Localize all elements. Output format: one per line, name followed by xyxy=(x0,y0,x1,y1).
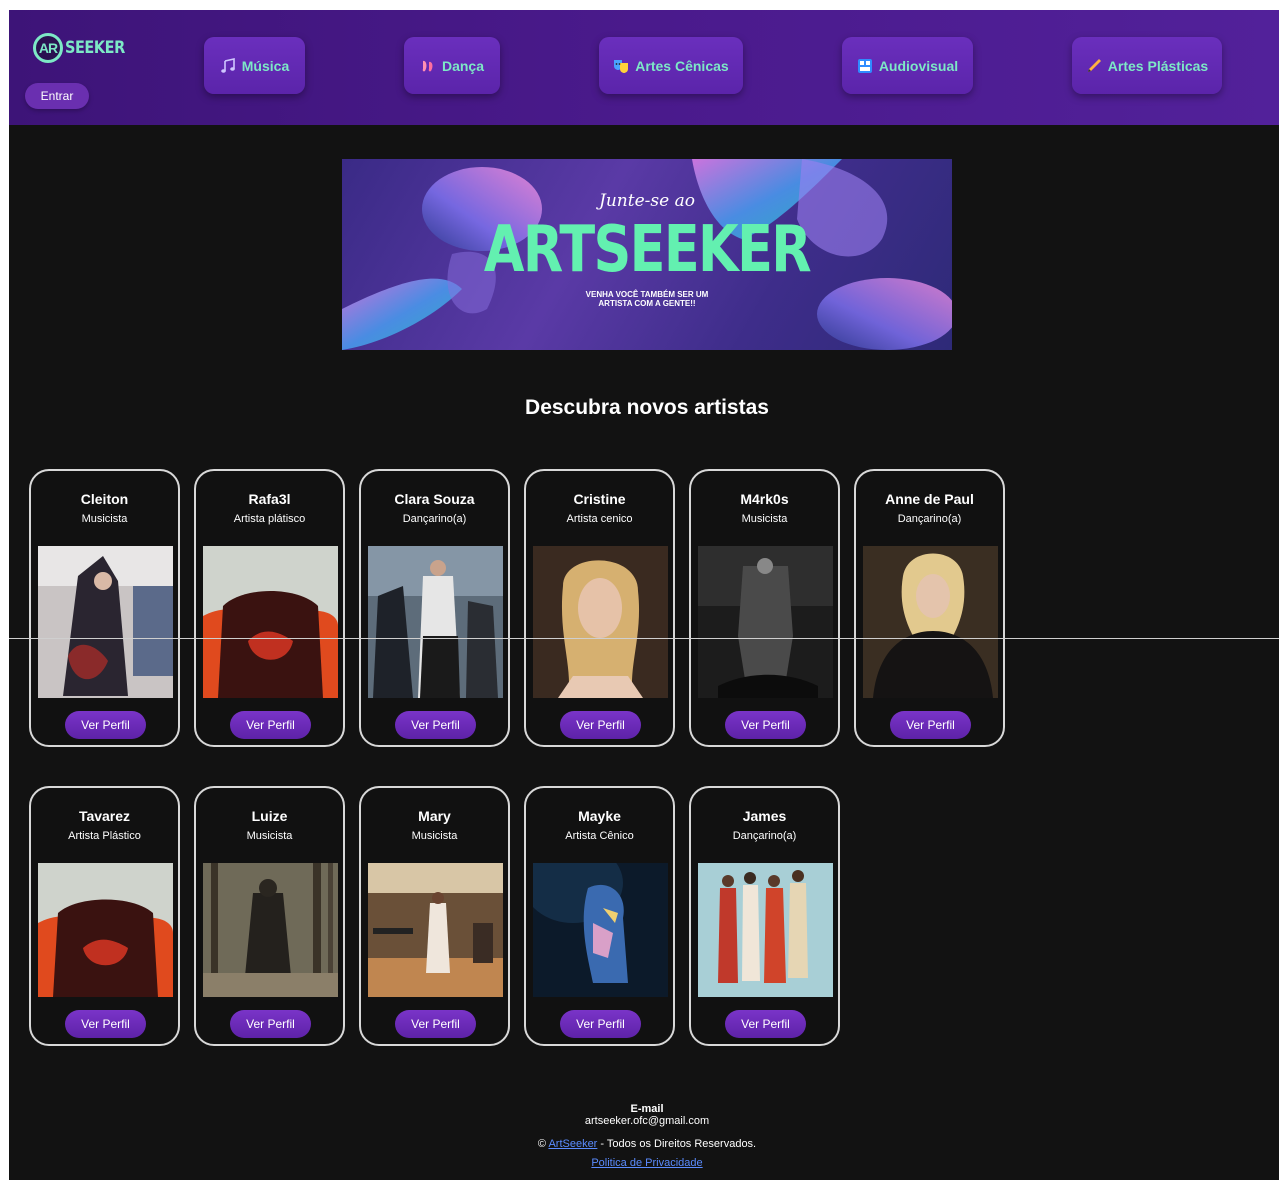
artist-card: Luize Musicista Ver Perfil xyxy=(194,786,345,1046)
view-profile-button[interactable]: Ver Perfil xyxy=(725,1010,806,1038)
logo-mark: AR xyxy=(33,33,63,63)
artist-name: James xyxy=(742,808,787,824)
view-profile-button[interactable]: Ver Perfil xyxy=(725,711,806,739)
film-frames-icon xyxy=(857,58,873,74)
view-profile-button[interactable]: Ver Perfil xyxy=(395,1010,476,1038)
view-profile-button[interactable]: Ver Perfil xyxy=(230,1010,311,1038)
artist-role: Dançarino(a) xyxy=(897,513,962,525)
view-profile-button[interactable]: Ver Perfil xyxy=(560,711,641,739)
theater-masks-icon xyxy=(613,58,629,74)
footer-email: artseeker.ofc@gmail.com xyxy=(584,1115,710,1127)
artist-photo xyxy=(533,546,668,698)
ballet-shoes-icon xyxy=(420,58,436,74)
artist-card: Rafa3l Artista plátisco Ver Perfil xyxy=(194,469,345,747)
artist-photo xyxy=(698,546,833,698)
artist-role: Artista cenico xyxy=(566,513,633,525)
artist-name: Cristine xyxy=(573,491,626,507)
section-title: Descubra novos artistas xyxy=(525,396,769,419)
artist-card: M4rk0s Musicista Ver Perfil xyxy=(689,469,840,747)
nav-artes-cenicas-button[interactable]: Artes Cênicas xyxy=(599,37,743,94)
view-profile-button[interactable]: Ver Perfil xyxy=(230,711,311,739)
artist-role: Dançarino(a) xyxy=(732,830,797,842)
artist-name: Clara Souza xyxy=(394,491,475,507)
banner-cta-line: VENHA VOCÊ TAMBÉM SER UM xyxy=(585,290,709,299)
artist-role: Musicista xyxy=(741,513,788,525)
artist-role: Artista Cênico xyxy=(565,830,634,842)
nav-label: Dança xyxy=(441,57,485,74)
artist-photo xyxy=(863,546,998,698)
nav-danca-button[interactable]: Dança xyxy=(404,37,500,94)
banner-cta-line: ARTISTA COM A GENTE!! xyxy=(598,299,696,308)
footer-copyright: © ArtSeeker - Todos os Direitos Reservad… xyxy=(9,1138,1279,1150)
footer: E-mail artseeker.ofc@gmail.com © ArtSeek… xyxy=(9,1103,1279,1169)
join-banner[interactable]: Junte-se ao ARTSEEKER VENHA VOCÊ TAMBÉM … xyxy=(342,159,952,350)
artseeker-logo[interactable]: AR SEEKER xyxy=(33,32,135,64)
artist-card: Tavarez Artista Plástico Ver Perfil xyxy=(29,786,180,1046)
footer-email-label: E-mail xyxy=(630,1103,664,1115)
view-profile-button[interactable]: Ver Perfil xyxy=(890,711,971,739)
artist-name: Mayke xyxy=(578,808,621,824)
divider-line xyxy=(9,638,1279,639)
artist-role: Artista Plástico xyxy=(68,830,141,842)
pencil-icon xyxy=(1086,58,1102,74)
artist-role: Musicista xyxy=(246,830,293,842)
nav-label: Artes Plásticas xyxy=(1107,57,1209,74)
artist-role: Musicista xyxy=(81,513,128,525)
nav-label: Artes Cênicas xyxy=(635,57,729,74)
artist-photo xyxy=(38,863,173,997)
artist-role: Musicista xyxy=(411,830,458,842)
top-navbar: AR SEEKER Entrar Música Dança Artes Cêni… xyxy=(9,10,1279,125)
banner-subtitle: Junte-se ao xyxy=(599,191,695,211)
rights-text: - Todos os Direitos Reservados. xyxy=(597,1138,757,1150)
artist-name: Mary xyxy=(418,808,451,824)
artist-photo xyxy=(533,863,668,997)
nav-label: Música xyxy=(241,57,290,74)
logo-text: SEEKER xyxy=(65,38,125,58)
copyright-symbol: © xyxy=(537,1138,546,1150)
footer-privacy: Politica de Privacidade xyxy=(9,1157,1279,1169)
artist-card: Anne de Paul Dançarino(a) Ver Perfil xyxy=(854,469,1005,747)
nav-artes-plasticas-button[interactable]: Artes Plásticas xyxy=(1072,37,1222,94)
music-notes-icon xyxy=(220,57,236,74)
artist-card: Clara Souza Dançarino(a) Ver Perfil xyxy=(359,469,510,747)
artist-name: Tavarez xyxy=(78,808,131,824)
artist-card: Mary Musicista Ver Perfil xyxy=(359,786,510,1046)
artist-photo xyxy=(698,863,833,997)
page: AR SEEKER Entrar Música Dança Artes Cêni… xyxy=(9,10,1279,1180)
artist-name: Cleiton xyxy=(80,491,129,507)
artist-card: Cleiton Musicista Ver Perfil xyxy=(29,469,180,747)
nav-musica-button[interactable]: Música xyxy=(204,37,305,94)
artist-name: M4rk0s xyxy=(740,491,789,507)
artist-role: Artista plátisco xyxy=(233,513,306,525)
artist-photo xyxy=(203,546,338,698)
artist-card: James Dançarino(a) Ver Perfil xyxy=(689,786,840,1046)
privacy-policy-link[interactable]: Politica de Privacidade xyxy=(591,1157,702,1169)
view-profile-button[interactable]: Ver Perfil xyxy=(395,711,476,739)
login-button[interactable]: Entrar xyxy=(25,83,89,109)
nav-label: Audiovisual xyxy=(878,57,959,74)
artist-name: Rafa3l xyxy=(248,491,291,507)
nav-audiovisual-button[interactable]: Audiovisual xyxy=(842,37,973,94)
artist-card: Cristine Artista cenico Ver Perfil xyxy=(524,469,675,747)
banner-cta-text: VENHA VOCÊ TAMBÉM SER UM ARTISTA COM A G… xyxy=(342,290,952,308)
artist-role: Dançarino(a) xyxy=(402,513,467,525)
artist-photo xyxy=(368,863,503,997)
view-profile-button[interactable]: Ver Perfil xyxy=(65,711,146,739)
artseeker-link[interactable]: ArtSeeker xyxy=(548,1138,597,1150)
view-profile-button[interactable]: Ver Perfil xyxy=(560,1010,641,1038)
artist-name: Anne de Paul xyxy=(885,491,974,507)
view-profile-button[interactable]: Ver Perfil xyxy=(65,1010,146,1038)
artist-card: Mayke Artista Cênico Ver Perfil xyxy=(524,786,675,1046)
banner-title: ARTSEEKER xyxy=(483,213,812,287)
artist-photo xyxy=(38,546,173,698)
artist-photo xyxy=(203,863,338,997)
artist-photo xyxy=(368,546,503,698)
artist-name: Luize xyxy=(251,808,288,824)
